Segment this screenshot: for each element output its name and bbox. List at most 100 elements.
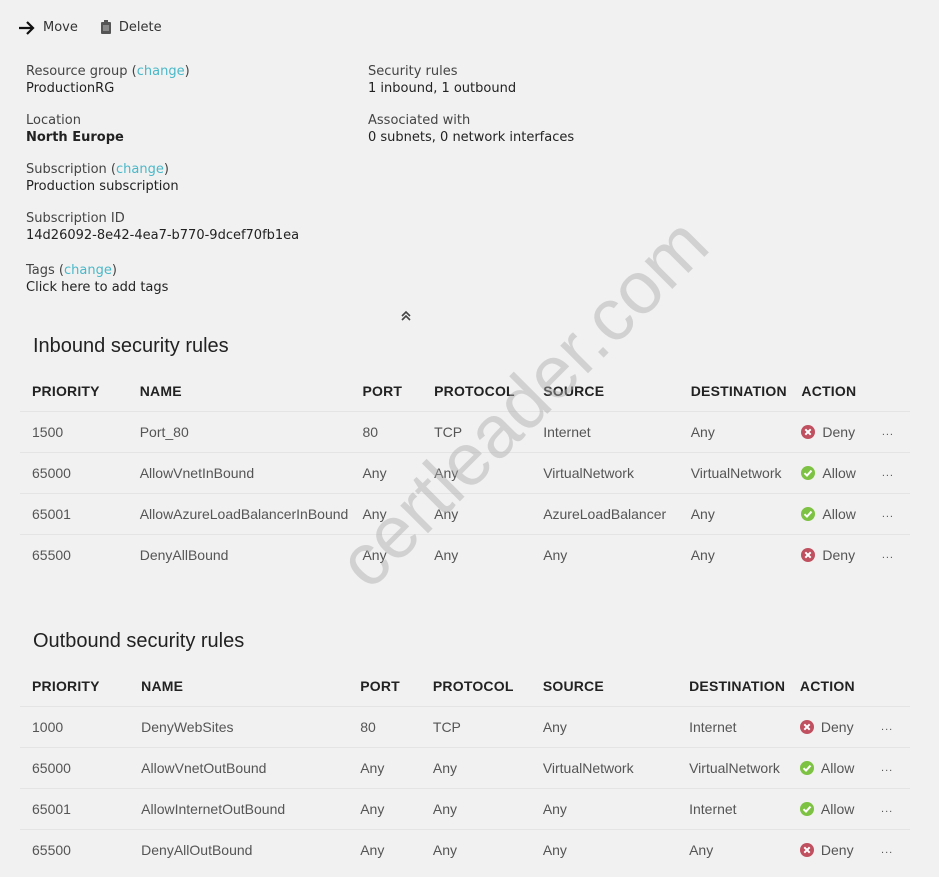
subscription-change-link[interactable]: change [116,162,164,177]
rule-action: Allow [789,493,870,535]
outbound-rules-table: PRIORITY NAME PORT PROTOCOL SOURCE DESTI… [20,665,910,870]
rule-source: Any [531,534,679,575]
subscription-id-value: 14d26092-8e42-4ea7-b770-9dcef70fb1ea [26,228,300,243]
rule-name: DenyAllOutBound [129,829,349,870]
rule-action: Allow [789,452,870,494]
rule-destination: Internet [677,706,788,748]
action-label: Deny [820,842,854,858]
x-circle-icon [799,720,814,734]
col-name[interactable]: NAME [129,665,348,707]
col-action[interactable]: ACTION [788,665,869,707]
action-badge: Deny [801,424,869,440]
col-port[interactable]: PORT [348,665,421,707]
security-rules-label: Security rules [368,64,458,79]
col-priority[interactable]: PRIORITY [20,370,128,412]
add-tags-link[interactable]: Click here to add tags [26,279,299,296]
security-rules-prop: Security rules 1 inbound, 1 outbound [368,63,574,97]
resource-group-change-link[interactable]: change [137,64,185,79]
rule-destination: VirtualNetwork [678,452,790,494]
double-chevron-up-icon [401,310,411,321]
rule-row[interactable]: 65001 AllowInternetOutBound Any Any Any Inter… [20,788,910,830]
rule-priority: 65001 [20,493,128,535]
move-label: Move [43,20,78,35]
subscription-label: Subscription [26,162,107,177]
action-badge: Allow [799,801,869,817]
collapse-essentials-button[interactable] [399,308,413,324]
row-more-button[interactable]: ... [869,829,910,870]
associated-with-prop: Associated with 0 subnets, 0 network int… [368,112,574,146]
rule-row[interactable]: 1000 DenyWebSites 80 TCP Any Internet Deny... [20,706,910,748]
row-more-button[interactable]: ... [869,534,910,575]
rule-action: Deny [787,829,870,870]
row-more-button[interactable]: ... [869,747,910,789]
rule-row[interactable]: 65000 AllowVnetOutBound Any Any VirtualNetwo… [20,747,910,789]
move-button[interactable]: Move [18,20,78,35]
rule-source: Internet [531,411,679,453]
x-circle-icon [801,548,816,562]
rule-source: Any [530,788,678,830]
associated-with-value: 0 subnets, 0 network interfaces [368,130,575,145]
tags-label: Tags [26,263,55,278]
rule-destination: Any [678,411,790,453]
rule-name: Port_80 [127,411,351,453]
action-badge: Allow [799,760,869,776]
rule-port: Any [348,747,421,789]
rule-port: Any [348,829,421,870]
rule-protocol: Any [420,829,531,870]
location-prop: Location North Europe [26,112,299,146]
row-more-button[interactable]: ... [869,493,910,535]
rule-priority: 1000 [20,706,130,748]
arrow-right-icon [19,20,35,35]
rule-name: DenyWebSites [129,706,349,748]
rule-port: Any [350,452,423,494]
rule-source: VirtualNetwork [531,452,679,494]
x-circle-icon [799,843,814,857]
row-more-button[interactable]: ... [869,411,910,453]
rule-source: Any [530,706,678,748]
rule-row[interactable]: 65500 DenyAllOutBound Any Any Any Any Deny... [20,829,910,870]
col-name[interactable]: NAME [128,370,351,412]
col-source[interactable]: SOURCE [531,665,677,707]
rule-row[interactable]: 65001 AllowAzureLoadBalancerInBound Any Any… [20,493,910,535]
action-badge: Allow [801,506,869,522]
col-protocol[interactable]: PROTOCOL [422,370,531,412]
col-action[interactable]: ACTION [789,370,869,412]
rule-port: 80 [348,706,421,748]
inbound-header-row: PRIORITY NAME PORT PROTOCOL SOURCE DESTI… [20,370,910,412]
rule-row[interactable]: 65000 AllowVnetInBound Any Any VirtualNetwor… [20,452,910,494]
col-port[interactable]: PORT [350,370,422,412]
tags-change-link[interactable]: change [64,263,112,278]
x-circle-icon [801,425,816,439]
rule-source: VirtualNetwork [530,747,678,789]
inbound-title: Inbound security rules [33,335,229,357]
col-source[interactable]: SOURCE [531,370,679,412]
inbound-rows: 1500 Port_80 80 TCP Internet Any Deny... 65000 A… [20,411,910,575]
toolbar: Move Delete [18,20,184,35]
rule-row[interactable]: 65500 DenyAllBound Any Any Any Any Deny... [20,534,910,575]
row-more-button[interactable]: ... [869,706,910,748]
delete-button[interactable]: Delete [100,20,162,35]
location-value: North Europe [26,130,124,145]
rule-destination: Any [678,534,790,575]
col-priority[interactable]: PRIORITY [20,665,129,707]
col-protocol[interactable]: PROTOCOL [421,665,531,707]
col-destination[interactable]: DESTINATION [677,665,788,707]
row-more-button[interactable]: ... [869,452,910,494]
rule-action: Allow [787,788,870,830]
rule-priority: 65001 [20,788,130,830]
col-more [870,370,910,412]
resource-group-value-link[interactable]: ProductionRG [26,80,299,97]
subscription-id-prop: Subscription ID 14d26092-8e42-4ea7-b770-… [26,210,299,244]
col-destination[interactable]: DESTINATION [679,370,790,412]
rule-row[interactable]: 1500 Port_80 80 TCP Internet Any Deny... [20,411,910,453]
row-more-button[interactable]: ... [869,788,910,830]
outbound-title: Outbound security rules [33,630,245,652]
action-label: Deny [822,547,856,563]
rule-protocol: TCP [420,706,531,748]
rule-protocol: Any [420,788,531,830]
associated-with-label: Associated with [368,113,471,128]
subscription-value-link[interactable]: Production subscription [26,178,299,195]
rule-name: AllowVnetInBound [127,452,351,494]
location-label: Location [26,113,81,128]
rule-name: DenyAllBound [127,534,351,575]
